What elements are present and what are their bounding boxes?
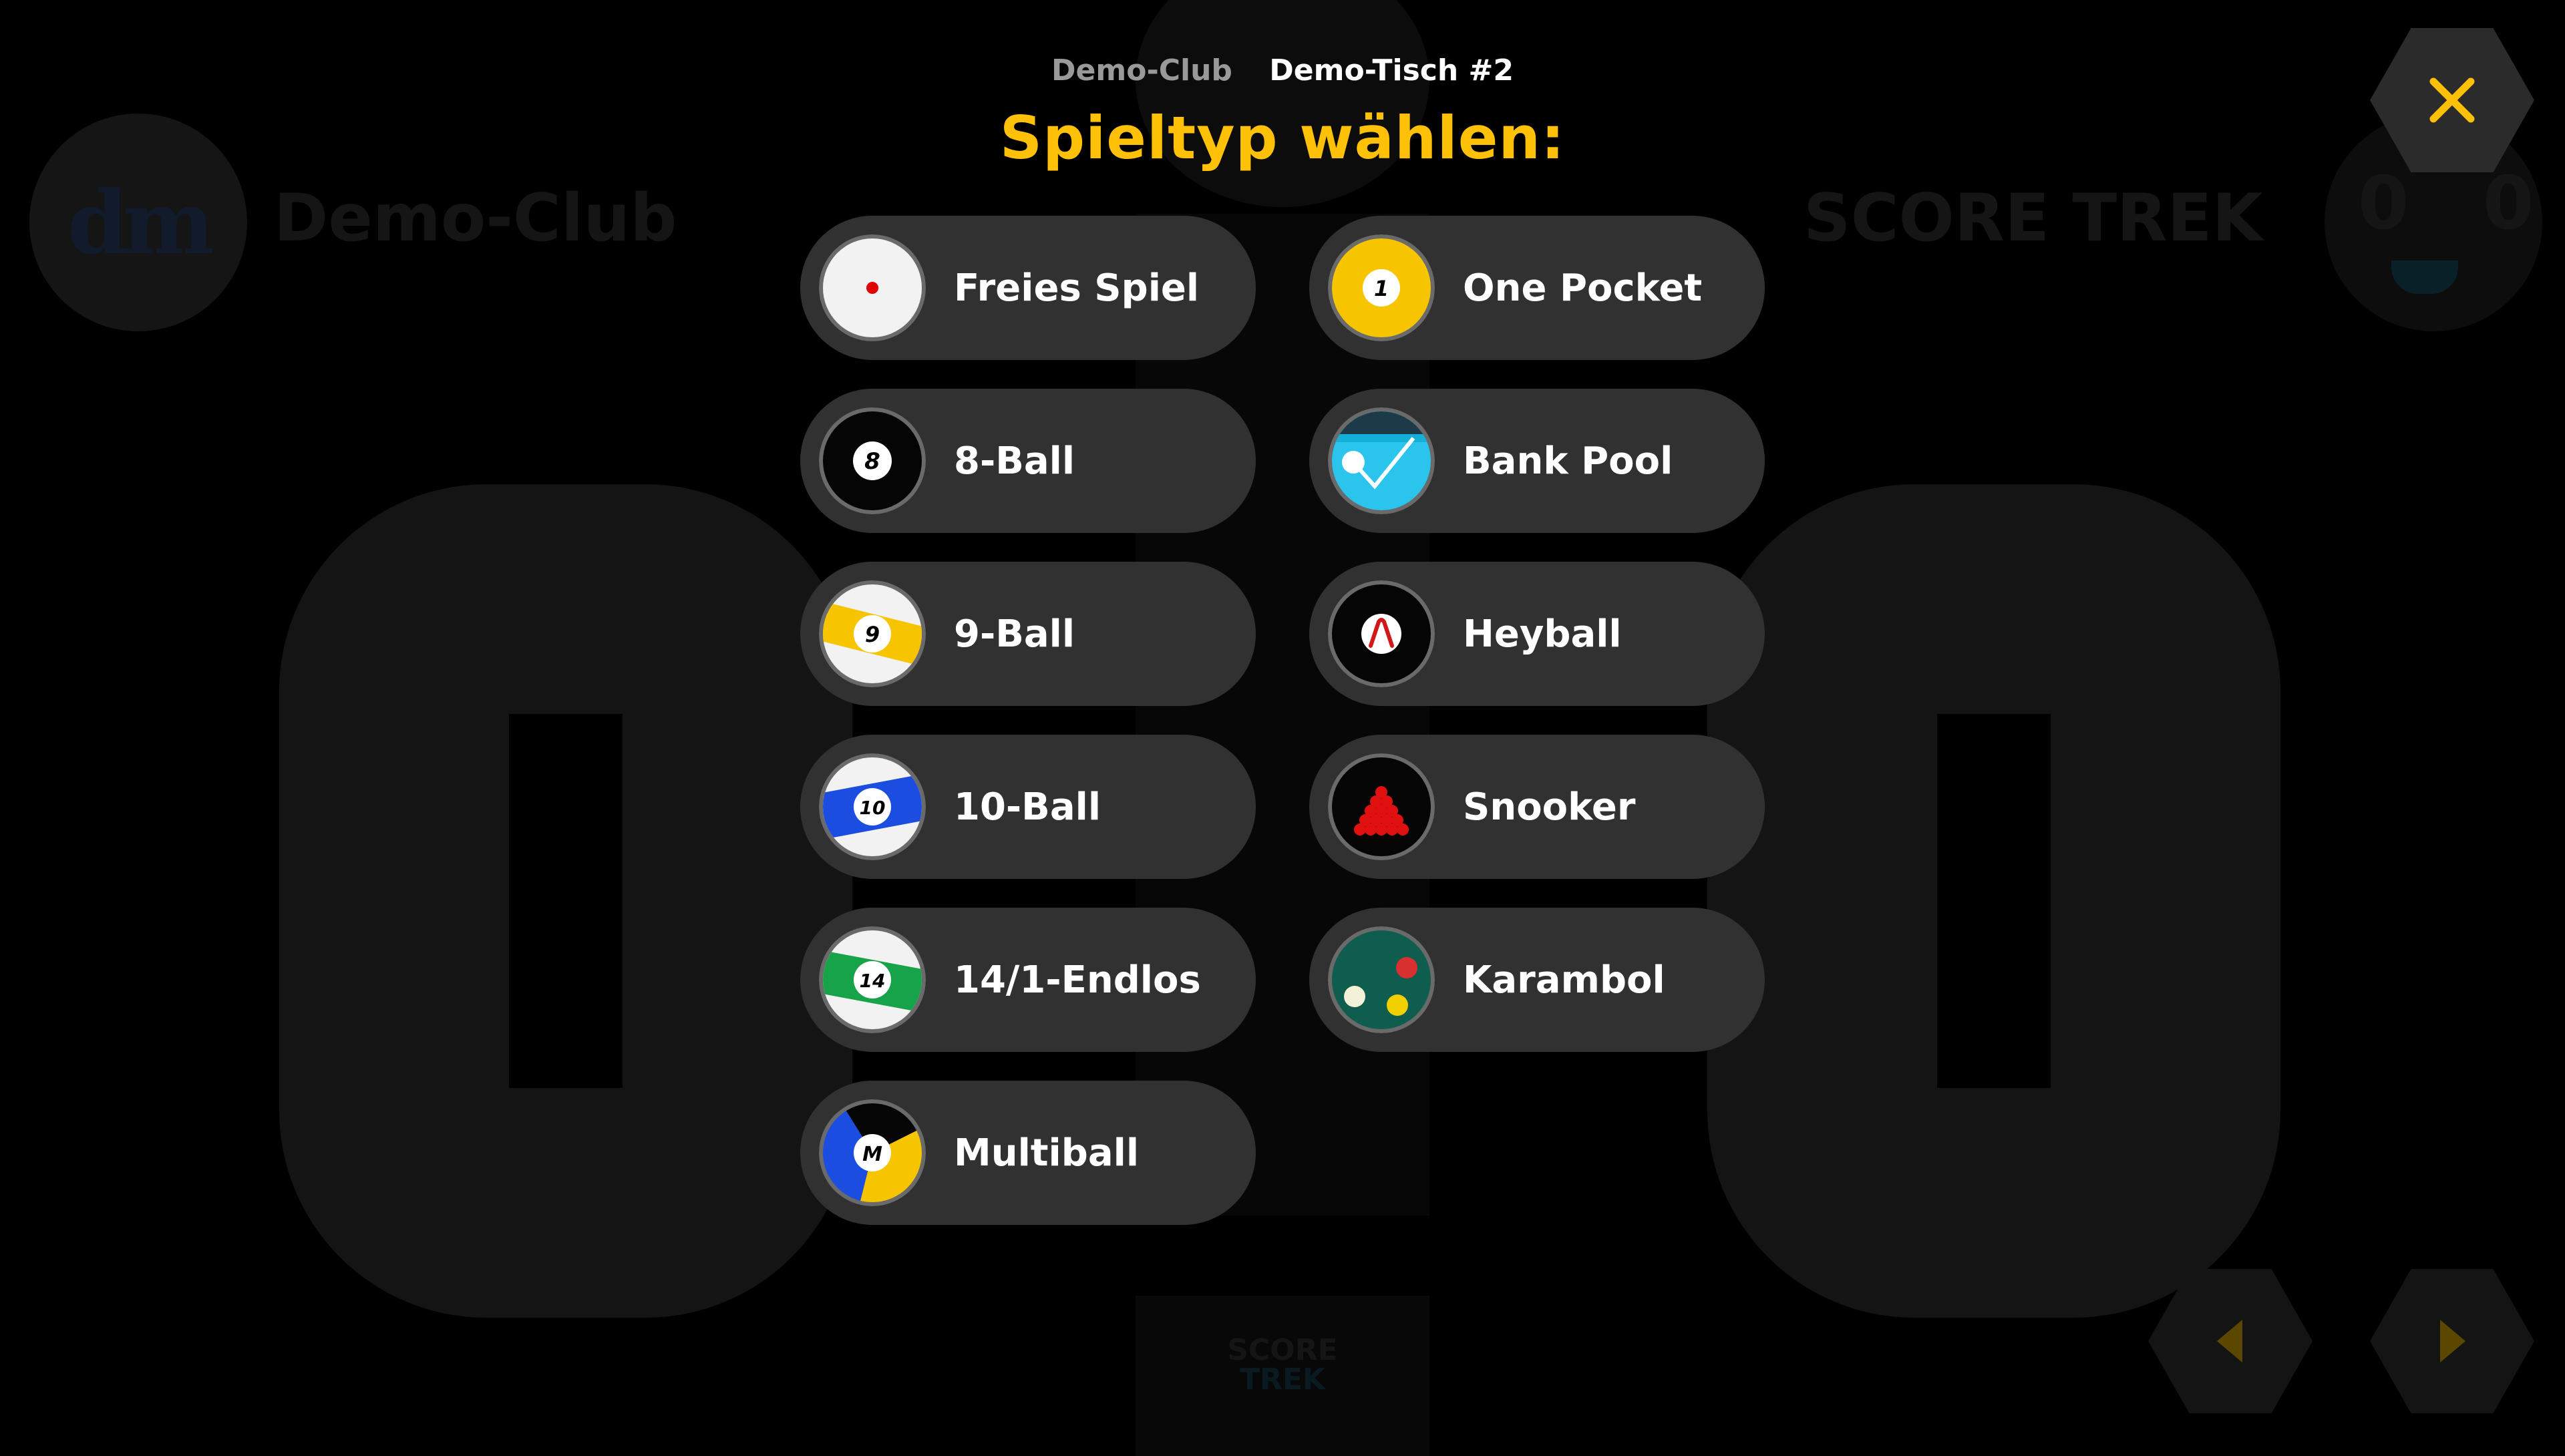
game-option-10-ball[interactable]: 10 10-Ball bbox=[800, 735, 1256, 879]
background-club-name: Demo-Club bbox=[274, 180, 677, 256]
fourteen-ball-icon: 14 bbox=[819, 926, 926, 1033]
game-option-multiball[interactable]: M Multiball bbox=[800, 1081, 1256, 1225]
game-label: Snooker bbox=[1463, 785, 1636, 829]
club-logo-text: dm bbox=[67, 171, 214, 274]
game-option-heyball[interactable]: Heyball bbox=[1309, 562, 1765, 706]
game-option-9-ball[interactable]: 9 9-Ball bbox=[800, 562, 1256, 706]
ten-ball-icon: 10 bbox=[819, 753, 926, 860]
game-option-snooker[interactable]: Snooker bbox=[1309, 735, 1765, 879]
game-option-karambol[interactable]: Karambol bbox=[1309, 908, 1765, 1052]
bank-pool-icon bbox=[1328, 407, 1435, 514]
nine-ball-icon: 9 bbox=[819, 580, 926, 687]
ball-number: 14 bbox=[860, 970, 886, 992]
ball-number: M bbox=[862, 1143, 882, 1166]
game-option-8-ball[interactable]: 8 8-Ball bbox=[800, 389, 1256, 533]
dialog-title: Spieltyp wählen: bbox=[999, 104, 1566, 172]
game-label: 8-Ball bbox=[954, 439, 1075, 483]
ball-number: 1 bbox=[1374, 276, 1389, 301]
game-label: 10-Ball bbox=[954, 785, 1101, 829]
background-mini-score: 0 0 bbox=[2358, 160, 2558, 246]
game-label: Bank Pool bbox=[1463, 439, 1673, 483]
one-ball-icon: 1 bbox=[1328, 234, 1435, 341]
score-right bbox=[1707, 484, 2280, 1318]
game-option-one-pocket[interactable]: 1 One Pocket bbox=[1309, 216, 1765, 360]
background-brand: SCORE TREK bbox=[1804, 180, 2263, 256]
game-option-freies-spiel[interactable]: Freies Spiel bbox=[800, 216, 1256, 360]
club-label: Demo-Club bbox=[1051, 53, 1232, 87]
game-label: 14/1-Endlos bbox=[954, 958, 1201, 1002]
carom-balls-icon bbox=[1328, 926, 1435, 1033]
table-label: Demo-Tisch #2 bbox=[1269, 53, 1514, 87]
ball-number: 8 bbox=[864, 448, 880, 475]
ball-number: 9 bbox=[865, 622, 880, 647]
bottom-brand-line-1: SCORE bbox=[1227, 1333, 1338, 1367]
heyball-icon bbox=[1328, 580, 1435, 687]
chevron-right-icon bbox=[2440, 1320, 2465, 1362]
game-label: Freies Spiel bbox=[954, 266, 1200, 310]
bottom-brand-line-2: TREK bbox=[1239, 1362, 1326, 1397]
game-option-bank-pool[interactable]: Bank Pool bbox=[1309, 389, 1765, 533]
snooker-triangle-icon bbox=[1328, 753, 1435, 860]
bottom-brand: SCORE TREK bbox=[1199, 1336, 1366, 1395]
multiball-icon: M bbox=[819, 1099, 926, 1206]
next-button[interactable] bbox=[2370, 1269, 2534, 1413]
dialog-header: Demo-Club Demo-Tisch #2 bbox=[0, 53, 2565, 87]
game-label: One Pocket bbox=[1463, 266, 1703, 310]
background-scoreboard: dm Demo-Club SCORE TREK 0 0 SCORE TREK bbox=[0, 0, 2565, 1456]
game-list-left: Freies Spiel 8 8-Ball 9 9-Ball 10 10-Bal… bbox=[800, 216, 1256, 1254]
game-option-14-1-endlos[interactable]: 14 14/1-Endlos bbox=[800, 908, 1256, 1052]
game-label: 9-Ball bbox=[954, 612, 1075, 656]
game-label: Karambol bbox=[1463, 958, 1665, 1002]
eight-ball-icon: 8 bbox=[819, 407, 926, 514]
score-left bbox=[279, 484, 852, 1318]
game-label: Heyball bbox=[1463, 612, 1622, 656]
game-label: Multiball bbox=[954, 1131, 1140, 1175]
game-list-right: 1 One Pocket Bank Pool Heyball Snooker K… bbox=[1309, 216, 1765, 1081]
free-game-cue-ball-icon bbox=[819, 234, 926, 341]
chevron-left-icon bbox=[2217, 1320, 2242, 1362]
ball-number: 10 bbox=[860, 797, 886, 819]
